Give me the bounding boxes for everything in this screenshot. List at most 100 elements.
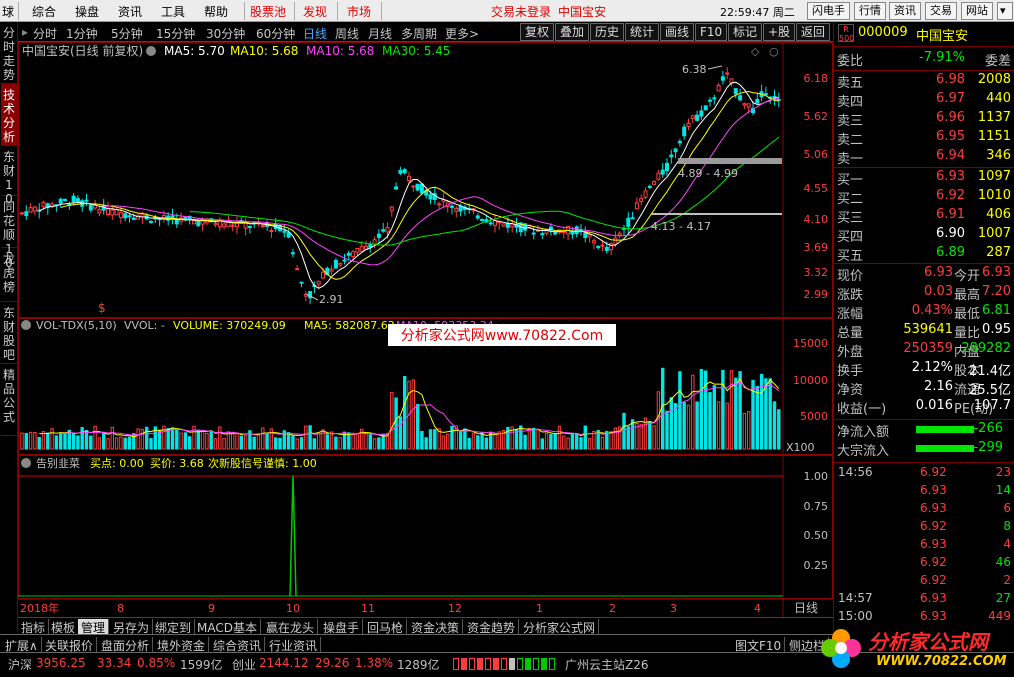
divider <box>834 462 1014 463</box>
ask-row: 卖二 6.95 1151 <box>834 129 1014 148</box>
buy-price-label: 买价: 3.68 <box>150 457 204 470</box>
vtab-technical[interactable]: 技术分析 <box>1 84 17 146</box>
website-button[interactable]: 网站 <box>961 2 993 20</box>
candle-body <box>746 103 751 108</box>
badge-bottom: 500 <box>839 34 855 43</box>
vtab-ths-f10[interactable]: 同花顺10 <box>1 196 17 270</box>
volume-bar <box>256 434 261 450</box>
menu-item-overview[interactable]: 综合 <box>32 3 56 20</box>
ask-row: 卖三 6.96 1137 <box>834 110 1014 129</box>
collapse-icon[interactable] <box>21 320 31 330</box>
ask-label: 卖二 <box>837 133 864 148</box>
x-tick: 8 <box>117 602 124 615</box>
period-monthly[interactable]: 月线 <box>368 25 392 42</box>
menu-item-help[interactable]: 帮助 <box>204 3 228 20</box>
flash-trade-button[interactable]: 闪电手 <box>807 2 850 20</box>
quotes-button[interactable]: 行情 <box>854 2 886 20</box>
flow-bar <box>916 445 974 452</box>
collapse-icon[interactable] <box>146 46 156 56</box>
volume-bar <box>213 438 218 450</box>
rating-badge: R 500 <box>838 24 855 43</box>
candle-body <box>368 244 373 248</box>
kline-chart[interactable]: 中国宝安(日线 前复权) MA5: 5.70 MA10: 5.68 MA10: … <box>18 42 833 618</box>
diamond-icon[interactable]: ◇ <box>751 45 760 58</box>
vtab-dragon-tiger[interactable]: 龙虎榜 <box>1 248 17 302</box>
menu-separator <box>18 2 19 20</box>
draw-button[interactable]: 画线 <box>660 23 695 41</box>
candle-body <box>230 224 235 227</box>
ask-volume: 1151 <box>977 129 1011 144</box>
stat-row: 净资 2.16 流通 25.5亿 <box>834 379 1014 398</box>
volume-bar <box>691 374 695 450</box>
statistics-button[interactable]: 统计 <box>625 23 660 41</box>
volume-bar <box>648 421 652 450</box>
period-1min[interactable]: 1分钟 <box>66 25 98 42</box>
x-tick: 1 <box>536 602 543 615</box>
menu-item-discover[interactable]: 发现 <box>303 3 327 20</box>
server-name[interactable]: 广州云主站Z26 <box>565 656 649 673</box>
ask-row: 卖五 6.98 2008 <box>834 72 1014 91</box>
volume-bar <box>716 401 721 450</box>
menu-item-market[interactable]: 市场 <box>347 3 371 20</box>
volume-bar <box>480 431 484 450</box>
vtab-intraday[interactable]: 分时走势 <box>1 22 17 84</box>
trade-login-status[interactable]: 交易未登录 <box>491 3 551 20</box>
flow-label: 大宗流入 <box>837 444 890 459</box>
menu-item-stock-pool[interactable]: 股票池 <box>250 3 286 20</box>
adjust-button[interactable]: 复权 <box>520 23 555 41</box>
menu-item-ball[interactable]: 球 <box>2 3 14 20</box>
x-tick: 2 <box>609 602 616 615</box>
circle-icon[interactable]: ○ <box>769 45 779 58</box>
volume-bar <box>299 437 304 450</box>
period-multi[interactable]: 多周期 <box>401 25 437 42</box>
period-5min[interactable]: 5分钟 <box>111 25 143 42</box>
back-button[interactable]: 返回 <box>796 23 831 41</box>
candle-body <box>217 220 222 228</box>
volume-bar <box>764 378 768 450</box>
volume-bar <box>304 425 308 450</box>
history-button[interactable]: 历史 <box>590 23 625 41</box>
volume-bar <box>768 378 772 450</box>
volume-bar <box>80 427 84 450</box>
menu-item-trading[interactable]: 操盘 <box>75 3 99 20</box>
menu-item-tools[interactable]: 工具 <box>161 3 185 20</box>
period-more[interactable]: 更多> <box>445 25 479 42</box>
resistance-zone-1 <box>678 158 782 164</box>
volume-bar <box>170 427 175 450</box>
ask-label: 卖三 <box>837 114 864 129</box>
vtab-eastmoney-f10[interactable]: 东财10 <box>1 146 17 206</box>
overlay-button[interactable]: 叠加 <box>555 23 590 41</box>
stat-label: 涨跌 <box>837 288 864 303</box>
chart-tabs: 指标 模板 管理 另存为 绑定到 MACD基本 赢在龙头 操盘手 回马枪 资金决… <box>18 617 833 636</box>
period-30min[interactable]: 30分钟 <box>206 25 245 42</box>
period-weekly[interactable]: 周线 <box>335 25 359 42</box>
logo-url: WWW.70822.COM <box>876 654 1007 669</box>
bid-price: 6.89 <box>936 245 965 260</box>
candle-body <box>742 103 747 106</box>
menu-item-news[interactable]: 资讯 <box>118 3 142 20</box>
market-breadth-bars <box>453 658 555 672</box>
period-60min[interactable]: 60分钟 <box>256 25 295 42</box>
period-15min[interactable]: 15分钟 <box>156 25 195 42</box>
volume-title: VOL-TDX(5,10) <box>36 319 117 332</box>
vtab-guba[interactable]: 东财股吧 <box>1 302 17 364</box>
volume-bar <box>196 429 201 450</box>
trade-button[interactable]: 交易 <box>925 2 957 20</box>
stat-value: 0.95 <box>982 322 1011 337</box>
tick-volume: 8 <box>1003 519 1011 533</box>
f10-button[interactable]: F10 <box>695 23 728 41</box>
buy-point-label: 买点: 0.00 <box>90 457 144 470</box>
menu-down-icon[interactable]: ▾ <box>997 2 1013 20</box>
period-intraday[interactable]: 分时 <box>33 25 57 42</box>
chart-area[interactable]: 中国宝安(日线 前复权) MA5: 5.70 MA10: 5.68 MA10: … <box>18 42 833 618</box>
volume-bar <box>652 425 656 450</box>
candle-body <box>613 237 618 245</box>
mark-button[interactable]: 标记 <box>728 23 763 41</box>
period-daily[interactable]: 日线 <box>303 25 327 42</box>
add-stock-button[interactable]: +股 <box>763 23 796 41</box>
site-logo: 分析家公式网 WWW.70822.COM <box>816 622 1012 676</box>
news-button[interactable]: 资讯 <box>889 2 921 20</box>
candle-body <box>415 183 420 191</box>
vtab-formulas[interactable]: 精品公式 <box>1 364 17 436</box>
collapse-icon[interactable] <box>21 458 31 468</box>
